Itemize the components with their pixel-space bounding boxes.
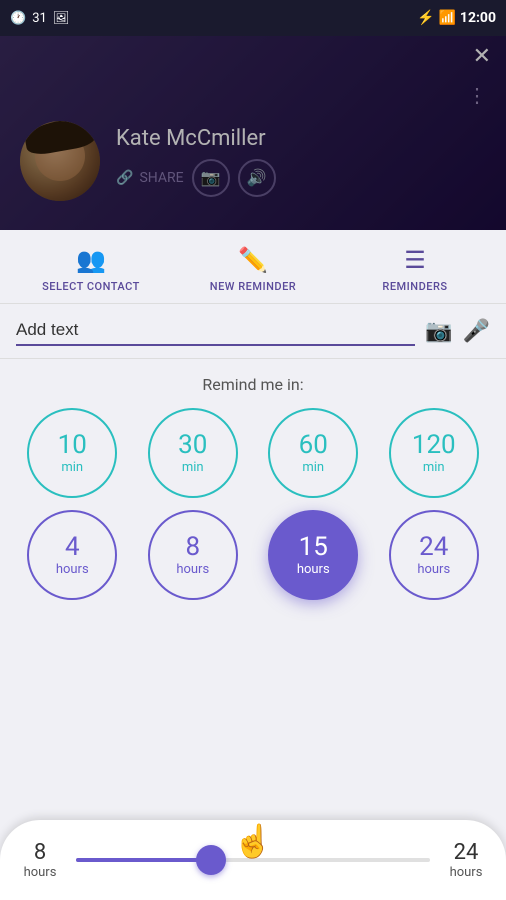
slider-max-unit: hours <box>450 865 483 880</box>
time-unit-10: min <box>61 460 83 475</box>
bluetooth-icon: ⚡ <box>417 10 434 26</box>
time-btn-24hours[interactable]: 24 hours <box>389 510 479 600</box>
status-left-icons: 🕐 31 🖼 <box>10 11 69 26</box>
cursor-hand-icon: ☝️ <box>233 822 273 860</box>
status-icon-3: 🖼 <box>53 11 70 26</box>
share-row: 🔗 SHARE 📷 🔊 <box>116 159 486 197</box>
time-number-15: 15 <box>299 533 328 562</box>
tab-reminders[interactable]: ☰ REMINDERS <box>334 246 496 293</box>
tab-reminders-label: REMINDERS <box>382 280 447 293</box>
time-number-60: 60 <box>299 431 328 460</box>
time-unit-8: hours <box>176 562 209 577</box>
avatar <box>20 121 100 201</box>
camera-icon: 📷 <box>201 168 221 187</box>
select-contact-icon: 👥 <box>76 246 106 274</box>
time-display: 12:00 <box>460 10 496 26</box>
time-unit-30: min <box>182 460 204 475</box>
slider-min-unit: hours <box>24 865 57 880</box>
status-icon-2: 31 <box>32 11 47 26</box>
time-btn-30min[interactable]: 30 min <box>148 408 238 498</box>
camera-button[interactable]: 📷 <box>192 159 230 197</box>
slider-fill <box>76 858 211 862</box>
remind-section: Remind me in: 10 min 30 min 60 min 120 m… <box>0 359 506 610</box>
time-grid-row1: 10 min 30 min 60 min 120 min <box>10 408 496 498</box>
time-btn-10min[interactable]: 10 min <box>27 408 117 498</box>
avatar-image <box>20 121 100 201</box>
time-btn-4hours[interactable]: 4 hours <box>27 510 117 600</box>
slider-max-label: 24 hours <box>446 840 486 880</box>
share-icon: 🔗 <box>116 170 133 186</box>
share-button[interactable]: 🔗 SHARE <box>116 170 184 186</box>
time-unit-120: min <box>423 460 445 475</box>
speaker-button[interactable]: 🔊 <box>238 159 276 197</box>
main-panel: 👥 SELECT CONTACT ✏️ NEW REMINDER ☰ REMIN… <box>0 230 506 900</box>
microphone-icon[interactable]: 🎤 <box>463 319 490 344</box>
slider-min-label: 8 hours <box>20 840 60 880</box>
reminders-icon: ☰ <box>404 246 426 274</box>
tab-select-contact[interactable]: 👥 SELECT CONTACT <box>10 246 172 293</box>
time-unit-60: min <box>302 460 324 475</box>
time-unit-4: hours <box>56 562 89 577</box>
time-number-8: 8 <box>185 533 200 562</box>
speaker-icon: 🔊 <box>247 168 267 187</box>
time-number-30: 30 <box>178 431 207 460</box>
signal-icon: 📶 <box>438 10 455 26</box>
tab-new-reminder[interactable]: ✏️ NEW REMINDER <box>172 246 334 293</box>
contact-name: Kate McCmiller <box>116 126 486 151</box>
time-btn-60min[interactable]: 60 min <box>268 408 358 498</box>
close-button[interactable]: ✕ <box>473 44 491 69</box>
contact-row: Kate McCmiller 🔗 SHARE 📷 🔊 ⋮ <box>20 121 486 201</box>
more-options-button[interactable]: ⋮ <box>465 85 487 109</box>
slider-thumb[interactable] <box>196 845 226 875</box>
status-time: ⚡ 📶 12:00 <box>417 10 496 26</box>
time-number-24: 24 <box>419 533 448 562</box>
photo-attach-icon[interactable]: 📷 <box>425 319 452 344</box>
add-text-row: 📷 🎤 <box>0 304 506 359</box>
tab-row: 👥 SELECT CONTACT ✏️ NEW REMINDER ☰ REMIN… <box>0 230 506 304</box>
time-btn-8hours[interactable]: 8 hours <box>148 510 238 600</box>
time-number-4: 4 <box>65 533 80 562</box>
time-unit-15: hours <box>297 562 330 577</box>
time-number-10: 10 <box>58 431 87 460</box>
contact-name-area: Kate McCmiller 🔗 SHARE 📷 🔊 <box>116 126 486 197</box>
time-btn-15hours[interactable]: 15 hours ☝️ <box>268 510 358 600</box>
time-unit-24: hours <box>417 562 450 577</box>
tab-new-reminder-label: NEW REMINDER <box>210 280 296 293</box>
remind-title: Remind me in: <box>10 375 496 394</box>
tab-select-contact-label: SELECT CONTACT <box>42 280 140 293</box>
time-number-120: 120 <box>412 431 456 460</box>
share-label: SHARE <box>139 170 183 186</box>
add-text-input[interactable] <box>16 316 415 346</box>
status-icon-1: 🕐 <box>10 11 26 26</box>
time-grid-row2: 4 hours 8 hours 15 hours ☝️ 24 hours <box>10 510 496 600</box>
slider-min-number: 8 <box>34 840 46 865</box>
time-btn-120min[interactable]: 120 min <box>389 408 479 498</box>
new-reminder-icon: ✏️ <box>238 246 268 274</box>
slider-max-number: 24 <box>454 840 479 865</box>
status-bar: 🕐 31 🖼 ⚡ 📶 12:00 <box>0 0 506 36</box>
